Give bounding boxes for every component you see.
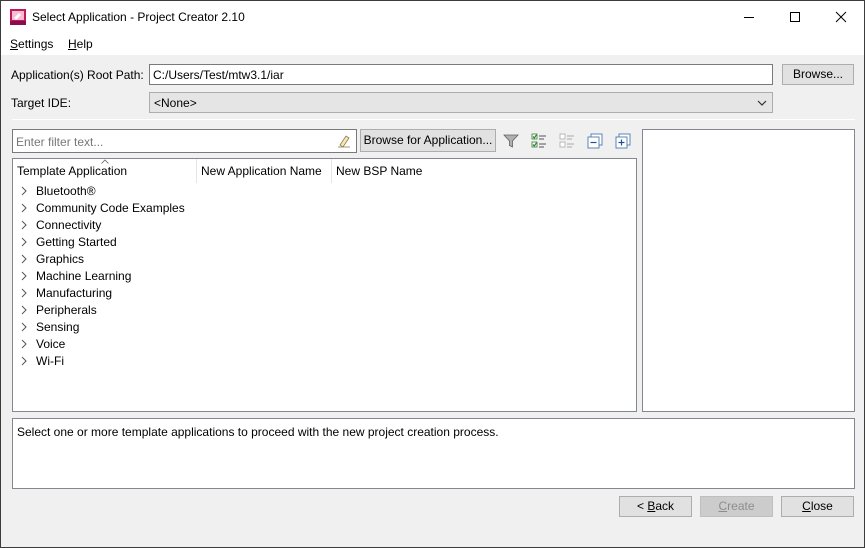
tree-item-label: Wi-Fi [36, 354, 64, 368]
menu-help-label: elp [76, 37, 93, 51]
details-panel [642, 129, 855, 412]
close-icon [835, 11, 847, 23]
chevron-right-icon[interactable] [19, 305, 29, 315]
tree-item-label: Peripherals [36, 303, 97, 317]
tree-item-voice[interactable]: Voice [13, 336, 613, 353]
root-path-input[interactable]: C:/Users/Test/mtw3.1/iar [149, 64, 773, 85]
tree-item-connectivity[interactable]: Connectivity [13, 217, 613, 234]
maximize-button[interactable] [772, 1, 818, 33]
check-all-icon[interactable] [531, 133, 547, 149]
tree-item-community-code-examples[interactable]: Community Code Examples [13, 200, 613, 217]
browse-root-button[interactable]: Browse... [782, 64, 854, 85]
chevron-right-icon[interactable] [19, 254, 29, 264]
menu-settings[interactable]: Settings [10, 37, 53, 51]
chevron-down-icon [757, 100, 767, 106]
collapse-all-icon[interactable] [587, 133, 603, 149]
target-ide-value: <None> [154, 96, 197, 110]
tree-item-label: Connectivity [36, 218, 102, 232]
project-creator-app-icon [10, 9, 26, 25]
chevron-right-icon[interactable] [19, 186, 29, 196]
target-ide-label: Target IDE: [11, 96, 72, 110]
tree-item-label: Machine Learning [36, 269, 132, 283]
minimize-button[interactable] [726, 1, 772, 33]
funnel-icon[interactable] [503, 133, 519, 149]
column-header-new-bsp-name[interactable]: New BSP Name [332, 159, 482, 183]
chevron-right-icon[interactable] [19, 339, 29, 349]
chevron-right-icon[interactable] [19, 271, 29, 281]
chevron-right-icon[interactable] [19, 356, 29, 366]
uncheck-all-icon[interactable] [559, 133, 575, 149]
filter-input[interactable]: Enter filter text... [12, 129, 357, 153]
chevron-right-icon[interactable] [19, 237, 29, 247]
menu-settings-label: ettings [18, 37, 54, 51]
menu-settings-accel: S [10, 37, 19, 51]
minimize-icon [744, 17, 754, 18]
status-message: Select one or more template applications… [17, 425, 499, 439]
target-ide-select[interactable]: <None> [149, 92, 773, 113]
chevron-right-icon[interactable] [19, 203, 29, 213]
window-title: Select Application - Project Creator 2.1… [32, 10, 245, 24]
close-button[interactable]: Close [781, 496, 854, 517]
close-rest: lose [810, 499, 833, 513]
back-rest: ack [655, 499, 675, 513]
tree-item-label: Getting Started [36, 235, 117, 249]
sort-up-icon [101, 159, 109, 164]
maximize-icon [790, 12, 800, 22]
tree-item-label: Bluetooth® [36, 184, 96, 198]
status-message-area: Select one or more template applications… [12, 418, 855, 489]
close-accel: C [802, 499, 811, 513]
title-bar[interactable]: Select Application - Project Creator 2.1… [1, 1, 864, 33]
chevron-right-icon[interactable] [19, 322, 29, 332]
template-application-table[interactable]: Template Application New Application Nam… [12, 158, 637, 412]
expand-all-icon[interactable] [615, 133, 631, 149]
create-button[interactable]: Create [700, 496, 773, 517]
tree-item-sensing[interactable]: Sensing [13, 319, 613, 336]
column-header-template-application-label: Template Application [17, 164, 128, 178]
chevron-right-icon[interactable] [19, 288, 29, 298]
project-creator-window: Select Application - Project Creator 2.1… [0, 0, 865, 548]
menu-help-accel: H [68, 37, 77, 51]
close-window-button[interactable] [818, 1, 864, 33]
menu-bar: Settings Help [1, 33, 864, 55]
tree-item-label: Community Code Examples [36, 201, 185, 215]
back-prefix: < [636, 499, 648, 513]
menu-help[interactable]: Help [68, 37, 93, 51]
tree-item-machine-learning[interactable]: Machine Learning [13, 268, 613, 285]
column-header-new-application-name[interactable]: New Application Name [197, 159, 332, 183]
browse-for-application-button[interactable]: Browse for Application... [360, 129, 496, 152]
tree-item-wi-fi[interactable]: Wi-Fi [13, 353, 613, 370]
separator [12, 119, 855, 120]
tree-item-bluetooth[interactable]: Bluetooth® [13, 183, 613, 200]
filter-placeholder: Enter filter text... [16, 135, 104, 149]
tree-item-label: Graphics [36, 252, 85, 266]
tree-item-graphics[interactable]: Graphics [13, 251, 613, 268]
tree-item-label: Manufacturing [36, 286, 113, 300]
create-accel: C [718, 499, 728, 513]
tree-item-manufacturing[interactable]: Manufacturing [13, 285, 613, 302]
tree-item-label: Sensing [36, 320, 80, 334]
tree-item-label: Voice [36, 337, 66, 351]
create-rest: reate [727, 499, 755, 513]
chevron-right-icon[interactable] [19, 220, 29, 230]
back-button[interactable]: < Back [619, 496, 692, 517]
root-path-label: Application(s) Root Path: [11, 68, 144, 82]
tree-item-getting-started[interactable]: Getting Started [13, 234, 613, 251]
eraser-icon[interactable] [337, 134, 351, 148]
tree-item-peripherals[interactable]: Peripherals [13, 302, 613, 319]
column-header-template-application[interactable]: Template Application [13, 159, 197, 183]
